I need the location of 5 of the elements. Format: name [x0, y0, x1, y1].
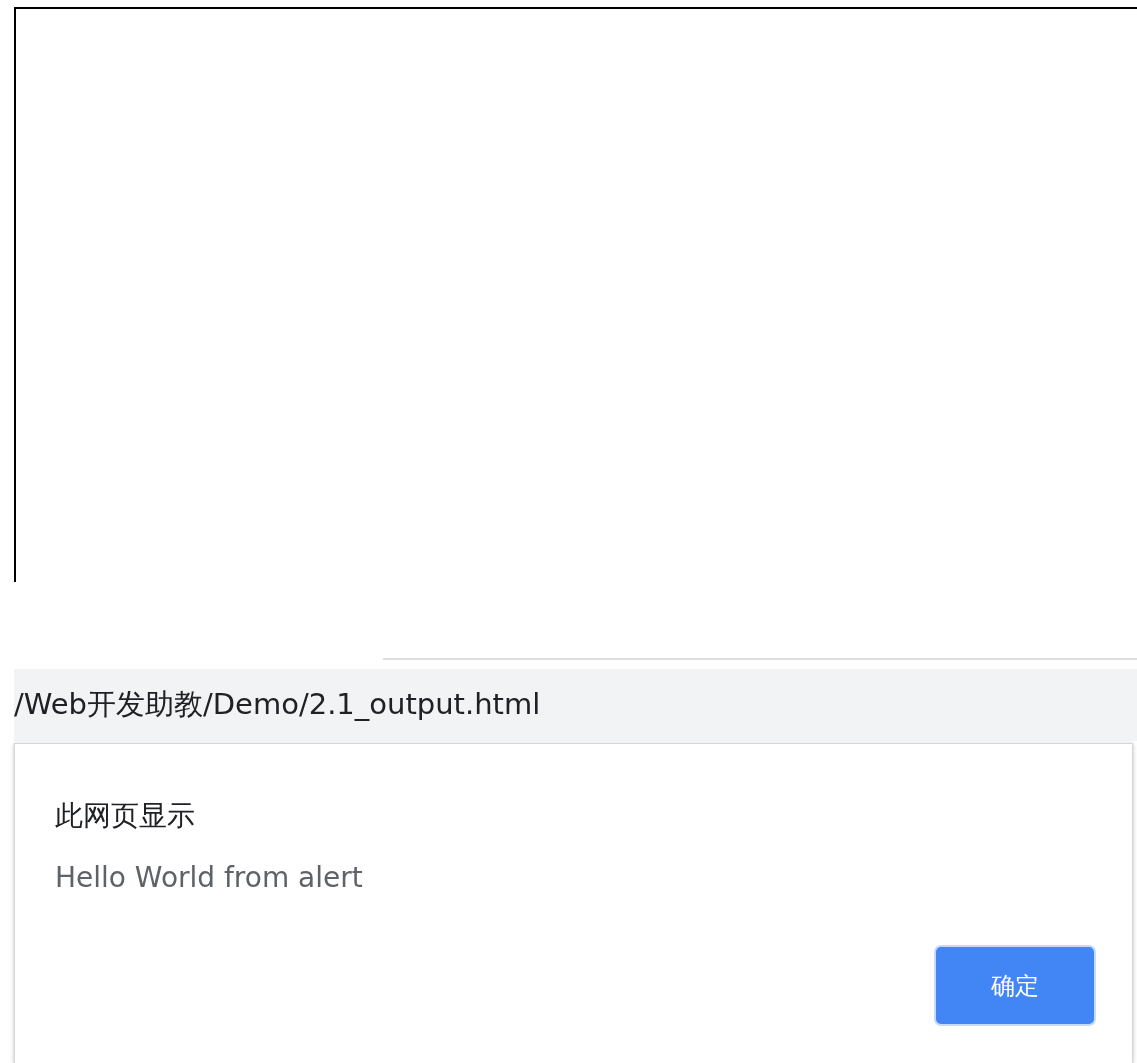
url-text: /Web开发助教/Demo/2.1_output.html	[14, 686, 541, 723]
address-bar[interactable]: /Web开发助教/Demo/2.1_output.html	[14, 669, 1137, 741]
ok-button[interactable]: 确定	[934, 945, 1096, 1026]
dialog-message: Hello World from alert	[55, 860, 364, 896]
dialog-title: 此网页显示	[55, 798, 196, 834]
